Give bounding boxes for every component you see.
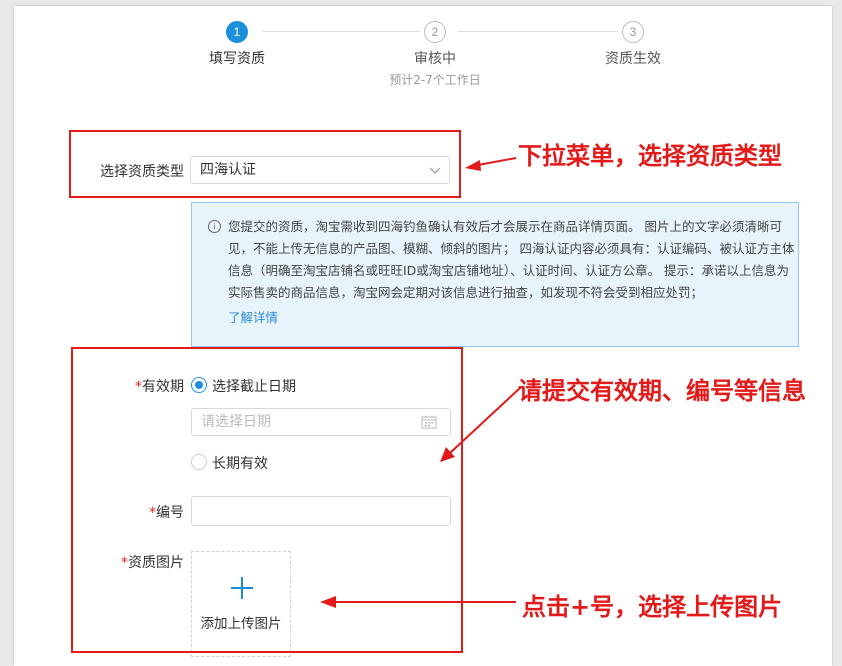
annotation-upload-image: 点击+号，选择上传图片 [522,593,783,621]
step-1: 1 填写资质 [157,21,317,68]
step-2: 2 审核中 预计2-7个工作日 [355,21,515,88]
annotation-select-type: 下拉菜单，选择资质类型 [518,142,782,170]
notice-box: i 您提交的资质，淘宝需收到四海钓鱼确认有效后才会展示在商品详情页面。 图片上的… [191,202,799,347]
annotation-submit-info: 请提交有效期、编号等信息 [518,377,806,405]
step-1-title: 填写资质 [209,51,265,67]
step-2-number: 2 [424,21,446,43]
step-2-title: 审核中 [414,51,456,67]
annotation-box-type [69,130,461,198]
step-3: 3 资质生效 [553,21,713,68]
step-1-number: 1 [226,21,248,43]
annotation-box-form [71,347,463,653]
step-3-number: 3 [622,21,644,43]
step-3-title: 资质生效 [605,51,661,67]
info-icon: i [208,220,221,233]
step-2-subtitle: 预计2-7个工作日 [389,73,481,87]
notice-text: 您提交的资质，淘宝需收到四海钓鱼确认有效后才会展示在商品详情页面。 图片上的文字… [228,219,795,300]
learn-more-link[interactable]: 了解详情 [228,307,278,326]
